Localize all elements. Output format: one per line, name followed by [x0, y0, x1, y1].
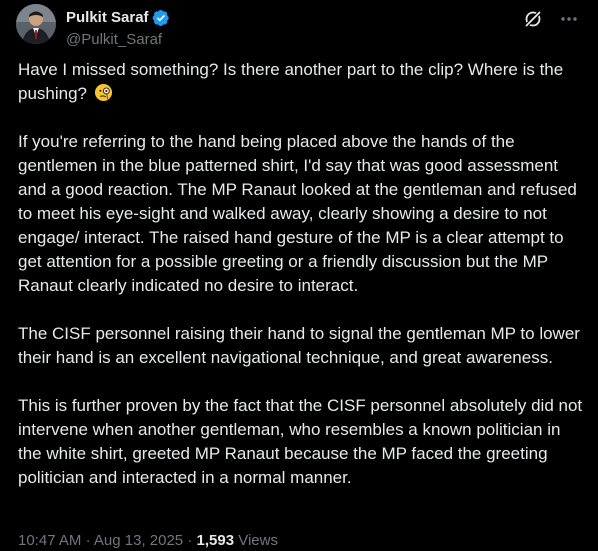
post-paragraph-1: Have I missed something? Is there anothe… [18, 58, 586, 106]
post-time[interactable]: 10:47 AM [18, 532, 81, 549]
meta-separator: · [187, 532, 193, 549]
views-count: 1,593 [196, 532, 235, 549]
avatar[interactable] [16, 4, 56, 44]
monocle-face-emoji-icon [94, 83, 113, 102]
post-paragraph-3: The CISF personnel raising their hand to… [18, 324, 580, 367]
views-label: Views [238, 532, 278, 549]
post-paragraph-2: If you're referring to the hand being pl… [18, 132, 577, 295]
post-meta: 10:47 AM · Aug 13, 2025 · 1,593 Views [18, 532, 278, 549]
meta-separator: · [85, 532, 91, 549]
more-icon[interactable] [558, 8, 580, 30]
display-name[interactable]: Pulkit Saraf [66, 9, 149, 26]
author-handle[interactable]: @Pulkit_Saraf [66, 31, 170, 48]
post-text: Have I missed something? Is there anothe… [18, 58, 586, 514]
display-name-row: Pulkit Saraf [66, 8, 170, 27]
post-paragraph-4: This is further proven by the fact that … [18, 396, 583, 487]
verified-badge-icon[interactable] [152, 9, 170, 27]
author-names: Pulkit Saraf @Pulkit_Saraf [66, 8, 170, 48]
header-actions [522, 8, 580, 30]
post: Pulkit Saraf @Pulkit_Saraf Have I missed… [0, 0, 598, 551]
post-date[interactable]: Aug 13, 2025 [94, 532, 183, 549]
post-header: Pulkit Saraf @Pulkit_Saraf [16, 4, 588, 48]
grok-icon[interactable] [522, 8, 544, 30]
